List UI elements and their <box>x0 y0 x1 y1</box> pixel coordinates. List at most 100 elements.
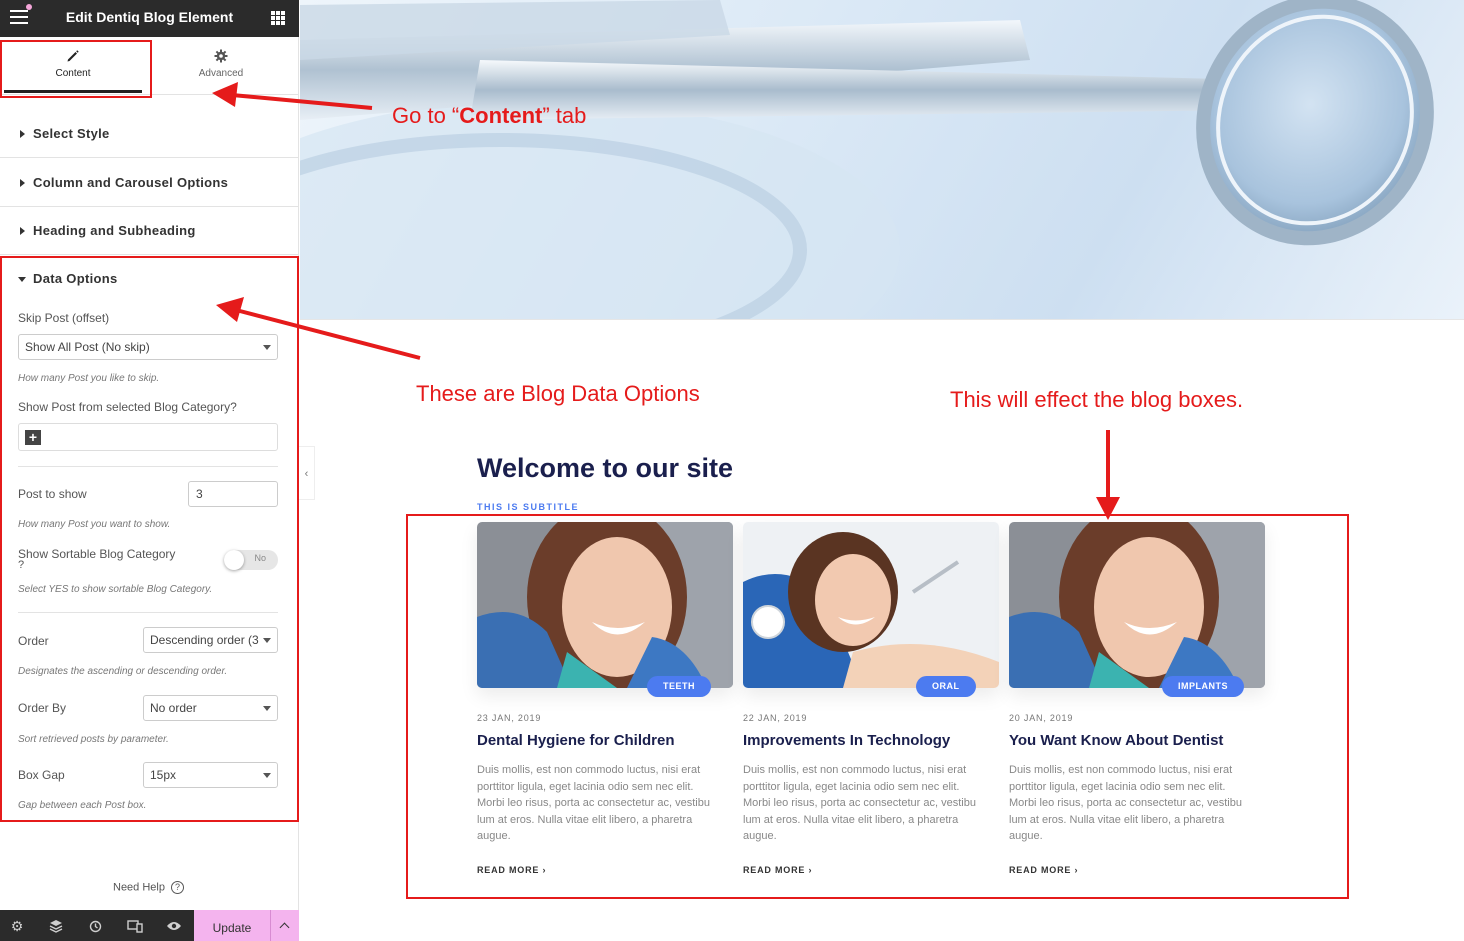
sortable-label-suffix: ? <box>18 559 25 571</box>
hero-image-dental-mirror <box>300 0 1464 320</box>
sidebar-footer: ⚙ Update <box>0 910 299 941</box>
blog-card-image[interactable] <box>477 522 733 688</box>
need-help-label: Need Help <box>113 881 165 894</box>
section-heading-subheading[interactable]: Heading and Subheading <box>0 207 299 255</box>
tab-content-label: Content <box>55 68 91 79</box>
box-gap-value: 15px <box>150 768 177 782</box>
annotation-blog-boxes: This will effect the blog boxes. <box>950 387 1244 412</box>
patient-photo <box>1009 522 1265 688</box>
section-column-carousel[interactable]: Column and Carousel Options <box>0 159 299 207</box>
category-select[interactable]: + <box>18 423 278 451</box>
chevron-right-icon: › <box>808 865 813 875</box>
update-options-chevron-icon[interactable] <box>270 910 299 941</box>
editor-sidebar: Edit Dentiq Blog Element Content Advance… <box>0 0 299 941</box>
annotation-data-options: These are Blog Data Options <box>416 381 700 406</box>
chevron-down-icon <box>263 773 271 778</box>
read-more-label: READ MORE <box>743 865 806 875</box>
toggle-knob <box>224 550 244 570</box>
annotation-content-tab: Go to “Content” tab <box>392 103 587 128</box>
caret-right-icon <box>20 227 25 235</box>
patient-photo <box>477 522 733 688</box>
history-icon[interactable] <box>86 917 104 935</box>
responsive-devices-icon[interactable] <box>126 917 144 935</box>
order-label: Order <box>18 634 49 648</box>
read-more-label: READ MORE <box>1009 865 1072 875</box>
tab-advanced[interactable]: Advanced <box>148 37 294 95</box>
blog-card[interactable] <box>477 522 733 688</box>
read-more-link[interactable]: READ MORE › <box>1009 865 1078 875</box>
blog-card-image[interactable] <box>1009 522 1265 688</box>
blog-card-image[interactable] <box>743 522 999 688</box>
category-label: Show Post from selected Blog Category? <box>18 400 237 414</box>
section-label: Data Options <box>33 271 118 286</box>
section-select-style[interactable]: Select Style <box>0 110 299 158</box>
post-to-show-input[interactable]: 3 <box>188 481 278 507</box>
read-more-link[interactable]: READ MORE › <box>743 865 812 875</box>
chevron-down-icon <box>263 345 271 350</box>
post-title[interactable]: You Want Know About Dentist <box>1009 732 1223 749</box>
box-gap-help: Gap between each Post box. <box>18 800 147 811</box>
chevron-down-icon <box>263 638 271 643</box>
box-gap-label: Box Gap <box>18 768 65 782</box>
sortable-toggle[interactable]: No <box>224 550 278 570</box>
section-label: Select Style <box>33 126 110 141</box>
order-help: Designates the ascending or descending o… <box>18 666 228 677</box>
skip-post-help: How many Post you like to skip. <box>18 373 160 384</box>
divider <box>18 466 278 467</box>
plus-icon[interactable]: + <box>25 430 41 445</box>
post-title[interactable]: Dental Hygiene for Children <box>477 732 675 749</box>
chevron-right-icon: › <box>542 865 547 875</box>
category-badge[interactable]: ORAL <box>916 676 976 697</box>
patient-photo <box>743 522 999 688</box>
chevron-down-icon <box>263 706 271 711</box>
question-circle-icon: ? <box>170 881 184 894</box>
read-more-label: READ MORE <box>477 865 540 875</box>
collapse-panel-handle[interactable]: ‹ <box>299 446 315 500</box>
widgets-grid-icon[interactable] <box>271 11 285 25</box>
tab-advanced-label: Advanced <box>198 68 244 79</box>
blog-card[interactable] <box>1009 522 1265 688</box>
order-by-help: Sort retrieved posts by parameter. <box>18 734 169 745</box>
skip-post-label: Skip Post (offset) <box>18 311 110 325</box>
skip-post-select[interactable]: Show All Post (No skip) <box>18 334 278 360</box>
toggle-text: No <box>254 553 266 563</box>
need-help-link[interactable]: Need Help? <box>113 881 184 894</box>
sidebar-topbar: Edit Dentiq Blog Element <box>0 0 299 37</box>
post-to-show-help: How many Post you want to show. <box>18 519 171 530</box>
post-excerpt: Duis mollis, est non commodo luctus, nis… <box>477 764 710 842</box>
preview-eye-icon[interactable] <box>165 917 183 935</box>
post-date: 20 JAN, 2019 <box>1009 713 1074 723</box>
tab-content[interactable]: Content <box>0 37 146 95</box>
post-date: 23 JAN, 2019 <box>477 713 542 723</box>
category-badge[interactable]: IMPLANTS <box>1162 676 1244 697</box>
skip-post-value: Show All Post (No skip) <box>25 340 150 354</box>
order-by-label: Order By <box>18 701 67 715</box>
order-select[interactable]: Descending order (3 <box>143 627 278 653</box>
section-data-options[interactable]: Data Options <box>0 255 299 303</box>
category-badge[interactable]: TEETH <box>647 676 712 697</box>
post-to-show-label: Post to show <box>18 487 87 501</box>
sidebar-title: Edit Dentiq Blog Element <box>65 9 234 25</box>
chevron-right-icon: › <box>1074 865 1079 875</box>
order-value: Descending order (3 <box>150 633 259 647</box>
update-button[interactable]: Update <box>194 910 270 941</box>
section-label: Column and Carousel Options <box>33 175 229 190</box>
blog-subheading: THIS IS SUBTITLE <box>477 502 580 512</box>
post-excerpt: Duis mollis, est non commodo luctus, nis… <box>1009 764 1242 842</box>
order-by-value: No order <box>150 701 197 715</box>
box-gap-select[interactable]: 15px <box>143 762 278 788</box>
post-title[interactable]: Improvements In Technology <box>743 732 950 749</box>
blog-card[interactable] <box>743 522 999 688</box>
settings-gear-icon[interactable]: ⚙ <box>8 917 26 935</box>
divider <box>18 612 278 613</box>
dental-tools-illustration <box>300 0 1434 319</box>
order-by-select[interactable]: No order <box>143 695 278 721</box>
section-label: Heading and Subheading <box>33 223 196 238</box>
post-excerpt: Duis mollis, est non commodo luctus, nis… <box>743 764 976 842</box>
caret-right-icon <box>20 179 25 187</box>
read-more-link[interactable]: READ MORE › <box>477 865 546 875</box>
caret-down-icon <box>18 277 26 282</box>
post-date: 22 JAN, 2019 <box>743 713 808 723</box>
layers-icon[interactable] <box>47 917 65 935</box>
sortable-label: Show Sortable Blog Category <box>18 547 176 561</box>
